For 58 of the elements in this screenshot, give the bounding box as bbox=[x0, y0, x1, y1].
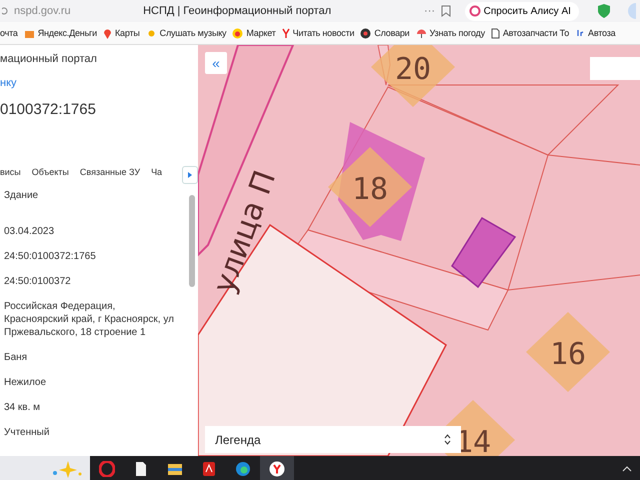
bookmark-link[interactable]: Слушать музыку bbox=[160, 28, 226, 38]
property-value: Российская Федерация, Красноярский край, г Красноярск, ул Пржевальского, 18 строение 1 bbox=[4, 300, 174, 340]
bookmark-link[interactable]: Маркет bbox=[246, 28, 276, 38]
taskbar-app[interactable] bbox=[260, 456, 294, 480]
property-value: Нежилое bbox=[4, 376, 48, 390]
collapse-panel-button[interactable]: « bbox=[205, 52, 227, 74]
legend-dropdown[interactable]: Легенда bbox=[205, 426, 461, 453]
back-link[interactable]: нку bbox=[0, 77, 198, 101]
jr-icon bbox=[575, 28, 586, 38]
tab[interactable]: висы bbox=[0, 165, 21, 179]
edge-icon bbox=[235, 460, 251, 476]
house-number: 20 bbox=[394, 52, 432, 87]
bookmark-link[interactable]: Узнать погоду bbox=[430, 28, 485, 38]
scroll-right-button[interactable] bbox=[182, 166, 198, 184]
market-icon bbox=[232, 28, 244, 38]
ask-alice-button[interactable]: Спросить Алису AI bbox=[464, 2, 579, 20]
property-value: 24:50:0100372:1765 bbox=[4, 250, 97, 264]
house-number: 16 bbox=[550, 337, 586, 372]
property-value: 24:50:0100372 bbox=[4, 275, 72, 289]
right-caret-icon bbox=[188, 172, 192, 178]
property-value: 03.04.2023 bbox=[4, 225, 56, 239]
up-caret-icon[interactable] bbox=[622, 466, 632, 472]
property-value: Баня bbox=[4, 351, 28, 365]
tab[interactable]: Объекты bbox=[32, 165, 69, 179]
pdf-icon bbox=[202, 460, 216, 476]
scrollbar-thumb[interactable] bbox=[189, 195, 195, 287]
property-value: Учтенный bbox=[4, 426, 50, 440]
tab[interactable]: Связанные ЗУ bbox=[80, 165, 140, 179]
bookmark-link[interactable]: Словари bbox=[374, 28, 410, 38]
portal-title: мационный портал bbox=[0, 52, 98, 67]
folder-icon bbox=[167, 462, 183, 476]
sparkle-icon bbox=[50, 460, 84, 478]
file-icon bbox=[135, 460, 147, 476]
ring-icon bbox=[468, 5, 481, 17]
bookmark-link[interactable]: Яндекс.Деньги bbox=[38, 28, 97, 38]
bookmark-link[interactable]: Читать новости bbox=[292, 28, 354, 38]
street-label: улица П bbox=[206, 166, 284, 298]
page-title: НСПД | Геоинформационный портал bbox=[143, 5, 332, 17]
bookmark-link[interactable]: очта bbox=[0, 28, 18, 38]
opera-icon bbox=[99, 460, 115, 476]
dictionary-icon bbox=[360, 28, 372, 38]
property-value: Здание bbox=[4, 189, 40, 203]
bookmark-link[interactable]: Карты bbox=[114, 28, 140, 38]
tab[interactable]: Ча bbox=[151, 165, 162, 179]
shield-icon[interactable] bbox=[596, 3, 610, 19]
umbrella-icon bbox=[416, 28, 427, 38]
bookmark-link[interactable]: Автозапчасти То bbox=[502, 28, 570, 38]
bookmark-icon[interactable] bbox=[441, 5, 451, 17]
more-button[interactable]: ··· bbox=[424, 5, 436, 17]
house-number: 18 bbox=[352, 172, 388, 207]
bookmark-link[interactable]: Автоза bbox=[588, 28, 616, 38]
property-value: 34 кв. м bbox=[4, 401, 42, 415]
cadastral-number: 0100372:1765 bbox=[0, 101, 97, 120]
ya-icon bbox=[282, 28, 290, 38]
pin-icon bbox=[102, 28, 112, 38]
page-icon bbox=[490, 28, 500, 38]
yandex-browser-icon bbox=[269, 460, 285, 476]
updown-icon bbox=[444, 434, 451, 445]
